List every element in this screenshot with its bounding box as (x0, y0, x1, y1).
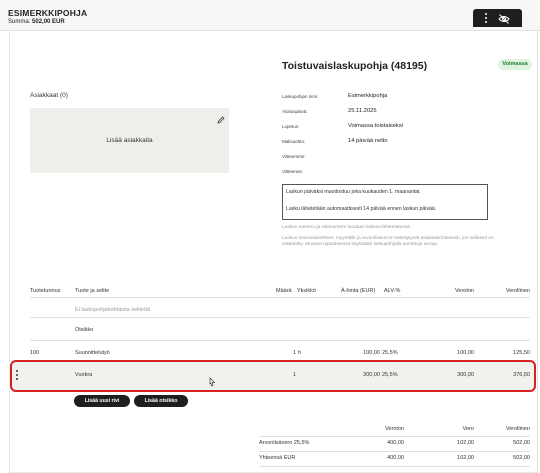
info-label-terms: Maksuehto: (282, 139, 306, 144)
info-value-terms: 14 päivää netto (348, 138, 388, 144)
note-row[interactable]: Ei laskupohjakohtaista selitettä (75, 307, 150, 313)
info-label-your-ref: Viitteenne: (282, 169, 304, 174)
cell-unit: h (298, 350, 302, 356)
cell-net: 100,00 (457, 350, 474, 356)
cell-vat: 25,5% (382, 350, 398, 356)
summary-header-gross: Verollinen (505, 426, 530, 432)
cell-vat: 25,5% (382, 372, 398, 378)
summary-divider (259, 466, 530, 467)
column-header-qty: Määrä (276, 288, 292, 294)
summary-divider (259, 451, 530, 452)
cell-product: Suunnittelutyö (75, 350, 110, 356)
add-customers-label[interactable]: Lisää asiakkaita (30, 137, 229, 144)
sum-value: 502,00 EUR (32, 19, 65, 25)
info-label-end: Lopetus: (282, 124, 300, 129)
info-value-name: Esimerkkipohja (348, 93, 388, 99)
status-badge: Voimassa (498, 59, 532, 70)
mouse-cursor-icon (208, 374, 216, 387)
cell-gross: 376,50 (513, 372, 530, 378)
summary-vat-gross: 502,00 (513, 440, 530, 446)
info-value-start: 25.11.2025 (348, 108, 377, 114)
cell-qty: 1 (292, 350, 296, 356)
table-row[interactable]: Vuokra 1 300,00 25,5% 300,00 376,50 (30, 362, 530, 390)
add-heading-button[interactable]: Lisää otsikko (134, 395, 188, 407)
summary-total-tax: 102,00 (457, 455, 474, 461)
page-title: ESIMERKKIPOHJA (8, 8, 88, 18)
more-vertical-icon[interactable] (483, 13, 489, 23)
info-label-our-ref: Viitteemme: (282, 154, 306, 159)
add-row-button[interactable]: Lisää uusi rivi (74, 395, 130, 407)
column-header-net: Veroton (455, 288, 474, 294)
column-header-gross: Verollinen (505, 288, 530, 294)
toolbar (473, 9, 522, 27)
drag-handle-icon[interactable] (14, 369, 20, 381)
cell-net: 300,00 (457, 372, 474, 378)
hint-defaults: määritelty. Muussa tapauksessa käytetään… (282, 242, 439, 247)
pencil-icon[interactable] (217, 111, 225, 124)
summary-header-tax: Vero (462, 426, 474, 432)
row-divider (30, 317, 530, 318)
notice-line-1: Laskun päiväksi muodostuu joka kuukauden… (286, 189, 421, 195)
sum-display: Summa: 502,00 EUR (8, 19, 65, 25)
cell-price: 300,00 (363, 372, 380, 378)
customers-label: Asiakkaat (0) (30, 92, 68, 99)
summary-total-net: 400,00 (387, 455, 404, 461)
heading-row[interactable]: Otsikko (75, 327, 93, 333)
info-value-end: Voimassa toistaiseksi (348, 123, 404, 129)
column-header-vat: ALV-% (384, 288, 401, 294)
column-header-code: Tuotetunnus (30, 288, 61, 294)
document-title: Toistuvaislaskupohja (48195) (282, 60, 428, 72)
notice-line-2: Lasku lähetetään automaattisesti 14 päiv… (286, 206, 437, 212)
summary-vat-label: Arvonlisävero 25,5% (259, 440, 310, 446)
summary-divider (259, 436, 530, 437)
info-label-start: Aloituspäivä: (282, 109, 308, 114)
summary-total-gross: 502,00 (513, 455, 530, 461)
column-header-unit: Yksikkö (297, 288, 316, 294)
header-divider (30, 297, 530, 298)
column-header-price: À-hinta (EUR) (341, 288, 376, 294)
row-divider (30, 340, 530, 341)
cell-product: Vuokra (75, 372, 93, 378)
cell-qty: 1 (292, 372, 296, 378)
info-label-name: Laskupohjan nimi: (282, 94, 319, 99)
summary-vat-net: 400,00 (387, 440, 404, 446)
summary-header-net: Veroton (385, 426, 404, 432)
column-header-product: Tuote ja selite (75, 288, 110, 294)
summary-total-label: Yhteensä EUR (259, 455, 296, 461)
hint-invoice-number: Laskun numero ja viitenumero luodaan las… (282, 225, 412, 230)
cell-price: 100,00 (363, 350, 380, 356)
table-row[interactable]: 100 Suunnittelutyö 1 h 100,00 25,5% 100,… (30, 342, 530, 360)
cell-code: 100 (30, 350, 40, 356)
hint-dimensions: Laskun seurantakohteet, myyntitilit ja a… (282, 236, 494, 241)
eye-off-icon[interactable] (498, 12, 510, 24)
summary-vat-tax: 102,00 (457, 440, 474, 446)
cell-gross: 125,50 (513, 350, 530, 356)
sum-label: Summa: (8, 19, 31, 25)
